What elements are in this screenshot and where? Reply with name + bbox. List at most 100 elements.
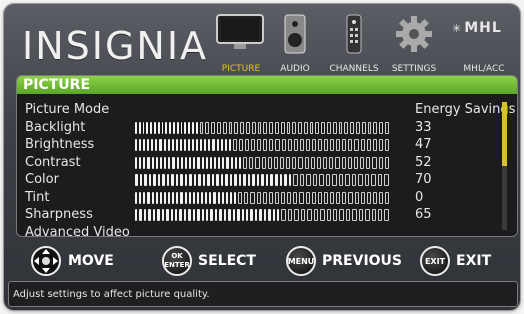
slider-tick	[151, 156, 154, 169]
setting-row-backlight[interactable]: Backlight 33	[25, 119, 517, 137]
scrollbar-thumb[interactable]	[502, 102, 507, 166]
slider-tick	[143, 156, 146, 169]
slider-tick	[196, 139, 199, 151]
level-slider[interactable]	[135, 156, 389, 169]
slider-tick	[344, 121, 349, 134]
slider-tick	[232, 139, 237, 151]
slider-tick	[192, 209, 196, 221]
slider-tick	[172, 156, 175, 169]
slider-tick	[360, 156, 365, 169]
slider-tick	[201, 209, 204, 221]
slider-tick	[294, 209, 299, 221]
slider-tick	[272, 209, 275, 221]
slider-tick	[138, 121, 141, 134]
slider-tick	[192, 139, 195, 151]
slider-tick	[216, 139, 219, 151]
slider-tick	[245, 209, 249, 221]
setting-row-contrast[interactable]: Contrast 52	[25, 154, 517, 172]
slider-tick	[298, 121, 302, 134]
setting-row-picture-mode[interactable]: Picture Mode Energy Savings	[25, 101, 517, 119]
ok-enter-button-icon: OK ENTER	[162, 246, 192, 276]
slider-tick	[281, 209, 286, 221]
slider-tick	[245, 121, 250, 134]
slider-tick	[304, 156, 309, 169]
setting-label: Tint	[25, 189, 50, 205]
level-slider[interactable]	[135, 209, 389, 221]
slider-tick	[263, 209, 267, 221]
slider-tick	[170, 209, 173, 221]
level-slider[interactable]	[135, 174, 389, 186]
slider-tick	[338, 121, 343, 134]
slider-tick	[372, 191, 377, 204]
slider-tick	[339, 209, 344, 221]
slider-tick	[168, 191, 171, 204]
slider-tick	[142, 121, 145, 134]
top-nav: PICTURE AUDIO CHANNELS SETTINGS ✳ MHL MH…	[214, 14, 520, 76]
slider-tick	[367, 121, 372, 134]
slider-tick	[238, 174, 242, 186]
slider-tick	[299, 191, 304, 204]
slider-tick	[139, 191, 142, 204]
setting-row-brightness[interactable]: Brightness 47	[25, 136, 517, 154]
setting-row-color[interactable]: Color 70	[25, 171, 517, 189]
slider-tick	[293, 191, 298, 204]
slider-tick	[372, 139, 377, 151]
slider-tick	[252, 174, 255, 186]
slider-tick	[168, 156, 171, 169]
slider-tick	[191, 121, 194, 134]
slider-tick	[247, 174, 251, 186]
slider-tick	[222, 156, 225, 169]
slider-tick	[274, 174, 278, 186]
level-slider[interactable]	[135, 139, 389, 151]
setting-value: 65	[415, 207, 432, 222]
slider-tick	[167, 139, 170, 151]
slider-tick	[228, 139, 231, 151]
slider-tick	[223, 209, 227, 221]
slider-tick	[196, 191, 199, 204]
slider-tick	[189, 156, 192, 169]
slider-tick	[188, 191, 191, 204]
slider-tick	[135, 191, 138, 204]
slider-tick	[229, 174, 233, 186]
level-slider[interactable]	[135, 121, 389, 134]
nav-item-label: AUDIO	[280, 64, 310, 74]
slider-tick	[197, 156, 200, 169]
slider-tick	[139, 156, 142, 169]
slider-tick	[184, 191, 187, 204]
slider-tick	[179, 209, 182, 221]
slider-tick	[201, 156, 204, 169]
slider-tick	[259, 209, 262, 221]
setting-row-sharpness[interactable]: Sharpness 65	[25, 206, 517, 224]
slider-tick	[238, 191, 243, 204]
slider-tick	[280, 121, 285, 134]
slider-tick	[234, 174, 237, 186]
slider-tick	[298, 156, 303, 169]
slider-tick	[139, 139, 142, 151]
slider-tick	[309, 121, 314, 134]
slider-tick	[332, 174, 337, 186]
slider-tick	[238, 139, 244, 151]
slider-tick	[211, 121, 215, 134]
setting-row-advanced-video[interactable]: Advanced Video	[25, 224, 517, 237]
slider-tick	[371, 209, 376, 221]
slider-tick	[135, 121, 137, 134]
slider-tick	[217, 191, 220, 204]
slider-tick	[166, 209, 169, 221]
setting-value: 33	[415, 119, 432, 135]
setting-row-tint[interactable]: Tint 0	[25, 189, 517, 207]
slider-tick	[143, 209, 147, 221]
slider-tick	[228, 209, 231, 221]
slider-tick	[171, 174, 174, 186]
slider-tick	[268, 209, 271, 221]
level-slider[interactable]	[135, 191, 390, 204]
slider-tick	[183, 139, 187, 151]
setting-value: 0	[415, 189, 424, 205]
slider-tick	[175, 139, 178, 151]
slider-tick	[188, 139, 191, 151]
slider-tick	[188, 121, 190, 134]
scrollbar[interactable]	[502, 102, 507, 230]
slider-tick	[265, 174, 269, 186]
slider-tick	[313, 209, 319, 221]
slider-tick	[147, 156, 150, 169]
slider-tick	[299, 174, 305, 186]
